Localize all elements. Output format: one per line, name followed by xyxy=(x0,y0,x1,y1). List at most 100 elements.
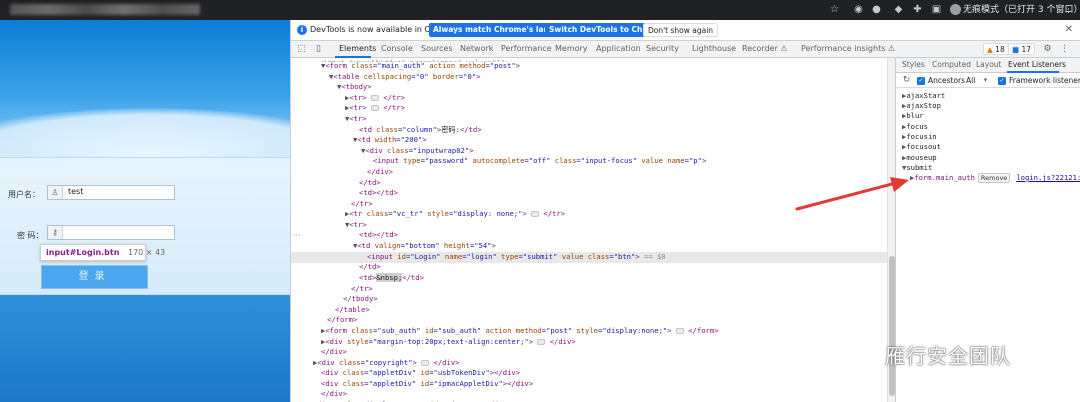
code-line[interactable]: ▼<td valign="bottom" height="54"> xyxy=(291,241,887,252)
sidepanel-icon[interactable]: ▣ xyxy=(930,3,943,16)
code-line[interactable]: </form> xyxy=(291,315,887,326)
warnings-badge[interactable]: ▲ 18 xyxy=(983,43,1009,55)
code-line[interactable]: </div> xyxy=(291,347,887,358)
event-name: ajaxStop xyxy=(906,101,941,110)
event-item[interactable]: ▶ajaxStart xyxy=(902,91,945,100)
code-line[interactable]: ▶<div style="margin-top:20px;text-align:… xyxy=(291,337,887,348)
event-item[interactable]: ▶focusout xyxy=(902,142,941,151)
password-field[interactable]: ⚷ xyxy=(47,225,175,240)
code-line[interactable]: </tr> xyxy=(291,284,887,295)
code-line[interactable]: <td></td> xyxy=(291,188,887,199)
inspect-tooltip: input#Login.btn 170 × 43 xyxy=(40,244,165,261)
star-icon[interactable]: ☆ xyxy=(828,3,841,16)
more-dots-icon[interactable]: ··· xyxy=(293,231,301,240)
puzzle-icon[interactable]: ✚ xyxy=(911,3,924,16)
tab-network[interactable]: Network xyxy=(460,44,493,53)
extension-icon[interactable]: ◆ xyxy=(892,3,905,16)
code-line[interactable]: <div class="appletDiv" id="usbTokenDiv">… xyxy=(291,368,887,379)
code-line[interactable]: <input type="password" autocomplete="off… xyxy=(291,156,887,167)
source-link[interactable]: login.js?22121:185 xyxy=(1016,173,1080,182)
tab-computed[interactable]: Computed xyxy=(932,60,971,69)
tab-performance-insights[interactable]: Performance insights ⚠ xyxy=(801,44,895,53)
event-item[interactable]: ▶ajaxStop xyxy=(902,101,941,110)
code-line[interactable]: </tr> xyxy=(291,199,887,210)
code-line[interactable]: <div class="appletDiv" id="ipmacAppletDi… xyxy=(291,379,887,390)
menu-icon[interactable]: ⋮ xyxy=(1062,3,1075,16)
tab-performance[interactable]: Performance xyxy=(501,44,552,53)
selected-code-line[interactable]: <input id="Login" name="login" type="sub… xyxy=(291,252,887,263)
messages-count: 17 xyxy=(1021,45,1032,54)
ancestors-checkbox[interactable]: ✓ xyxy=(917,77,925,85)
event-item[interactable]: ▶focus xyxy=(902,122,928,131)
tab-memory[interactable]: Memory xyxy=(555,44,588,53)
warnings-count: 18 xyxy=(995,45,1005,54)
inspect-element-icon[interactable]: ⬚ xyxy=(296,44,307,55)
close-icon[interactable]: ✕ xyxy=(1065,24,1073,35)
code-line[interactable]: <td></td> xyxy=(291,230,887,241)
tab-lighthouse[interactable]: Lighthouse xyxy=(692,44,736,53)
code-line[interactable]: ▶<div class="copyright"> </div> xyxy=(291,358,887,369)
framework-listeners-checkbox[interactable]: ✓ xyxy=(998,77,1006,85)
extension-icon[interactable]: ◉ xyxy=(852,3,865,16)
watermark-text: 雁行安全团队 xyxy=(885,344,1011,368)
tab-console[interactable]: Console xyxy=(381,44,413,53)
code-line[interactable]: ▶<form class="sub_auth" id="sub_auth" ac… xyxy=(291,326,887,337)
tab-security[interactable]: Security xyxy=(646,44,679,53)
listener-options: ↻ ✓ Ancestors All ▾ ✓ Framework listener… xyxy=(896,73,1080,88)
message-icon: ■ xyxy=(1012,45,1020,54)
tab-elements[interactable]: Elements xyxy=(339,44,376,53)
username-field[interactable]: ♙ test xyxy=(47,185,175,200)
refresh-icon[interactable]: ↻ xyxy=(901,75,912,86)
messages-badge[interactable]: ■ 17 xyxy=(1008,43,1036,55)
password-label: 密 码： xyxy=(17,231,44,240)
gear-icon[interactable]: ⚙ xyxy=(1042,44,1053,55)
devtools-tabbar: ⬚ ▯ Elements Console Sources Network Per… xyxy=(291,41,1080,58)
code-line[interactable]: <td class="column">密码:</td> xyxy=(291,125,887,136)
login-page xyxy=(0,20,290,402)
code-line[interactable]: </td> xyxy=(291,178,887,189)
extension-icon[interactable]: ● xyxy=(870,3,883,16)
event-item[interactable]: ▶focusin xyxy=(902,132,937,141)
tab-sources[interactable]: Sources xyxy=(421,44,453,53)
code-line[interactable]: </tbody> xyxy=(291,294,887,305)
ancestors-select[interactable]: All xyxy=(966,76,975,85)
info-icon: i xyxy=(297,25,307,35)
chevron-down-icon[interactable]: ▾ xyxy=(980,75,991,86)
code-line[interactable]: ▶<tr class="vc_tr" style="display: none;… xyxy=(291,209,887,220)
code-line[interactable]: <td>&nbsp;</td> xyxy=(291,273,887,284)
listener-row[interactable]: ▶form.main_authRemovelogin.js?22121:185 xyxy=(910,173,1080,183)
tab-layout[interactable]: Layout xyxy=(976,60,1002,69)
event-item-expanded[interactable]: ▼submit xyxy=(902,163,932,172)
code-line[interactable]: </div> xyxy=(291,389,887,400)
dont-show-again-button[interactable]: Don't show again xyxy=(643,23,719,37)
code-line[interactable]: ▼<table cellspacing="0" border="0"> xyxy=(291,72,887,83)
code-line[interactable]: ▼<tr> xyxy=(291,220,887,231)
code-line[interactable]: ▼<form class="main_auth" action method="… xyxy=(291,61,887,72)
tab-styles[interactable]: Styles xyxy=(902,60,925,69)
code-line[interactable]: ▼<td width="200"> xyxy=(291,135,887,146)
code-line[interactable]: ▶<tr> </tr> xyxy=(291,103,887,114)
login-button[interactable]: 登录 xyxy=(41,265,148,289)
elements-tree: <input type="hidden" name="ipmac" value=… xyxy=(291,58,895,402)
username-value: test xyxy=(68,187,84,196)
event-name: mouseup xyxy=(906,153,937,162)
code-line[interactable]: </table> xyxy=(291,305,887,316)
code-line[interactable]: ▼<div class="inputwrap02"> xyxy=(291,146,887,157)
tab-recorder[interactable]: Recorder ⚠ xyxy=(742,44,788,53)
code-line[interactable]: ▼<tbody> xyxy=(291,82,887,93)
device-toolbar-icon[interactable]: ▯ xyxy=(313,44,324,55)
key-icon: ⚷ xyxy=(48,226,63,239)
remove-listener-button[interactable]: Remove xyxy=(977,173,1011,183)
event-item[interactable]: ▶blur xyxy=(902,111,924,120)
tooltip-selector: input#Login.btn xyxy=(46,248,120,257)
tab-application[interactable]: Application xyxy=(596,44,641,53)
listener-node[interactable]: form.main_auth xyxy=(914,173,975,182)
code-line[interactable]: </td> xyxy=(291,262,887,273)
code-line[interactable]: ▶<tr> </tr> xyxy=(291,93,887,104)
code-line[interactable]: ▼<tr> xyxy=(291,114,887,125)
event-name: submit xyxy=(906,163,933,172)
event-item[interactable]: ▶mouseup xyxy=(902,153,937,162)
tab-event-listeners[interactable]: Event Listeners xyxy=(1008,60,1066,69)
code-line[interactable]: </div> xyxy=(291,167,887,178)
more-options-icon[interactable]: ⋮ xyxy=(1059,44,1070,55)
